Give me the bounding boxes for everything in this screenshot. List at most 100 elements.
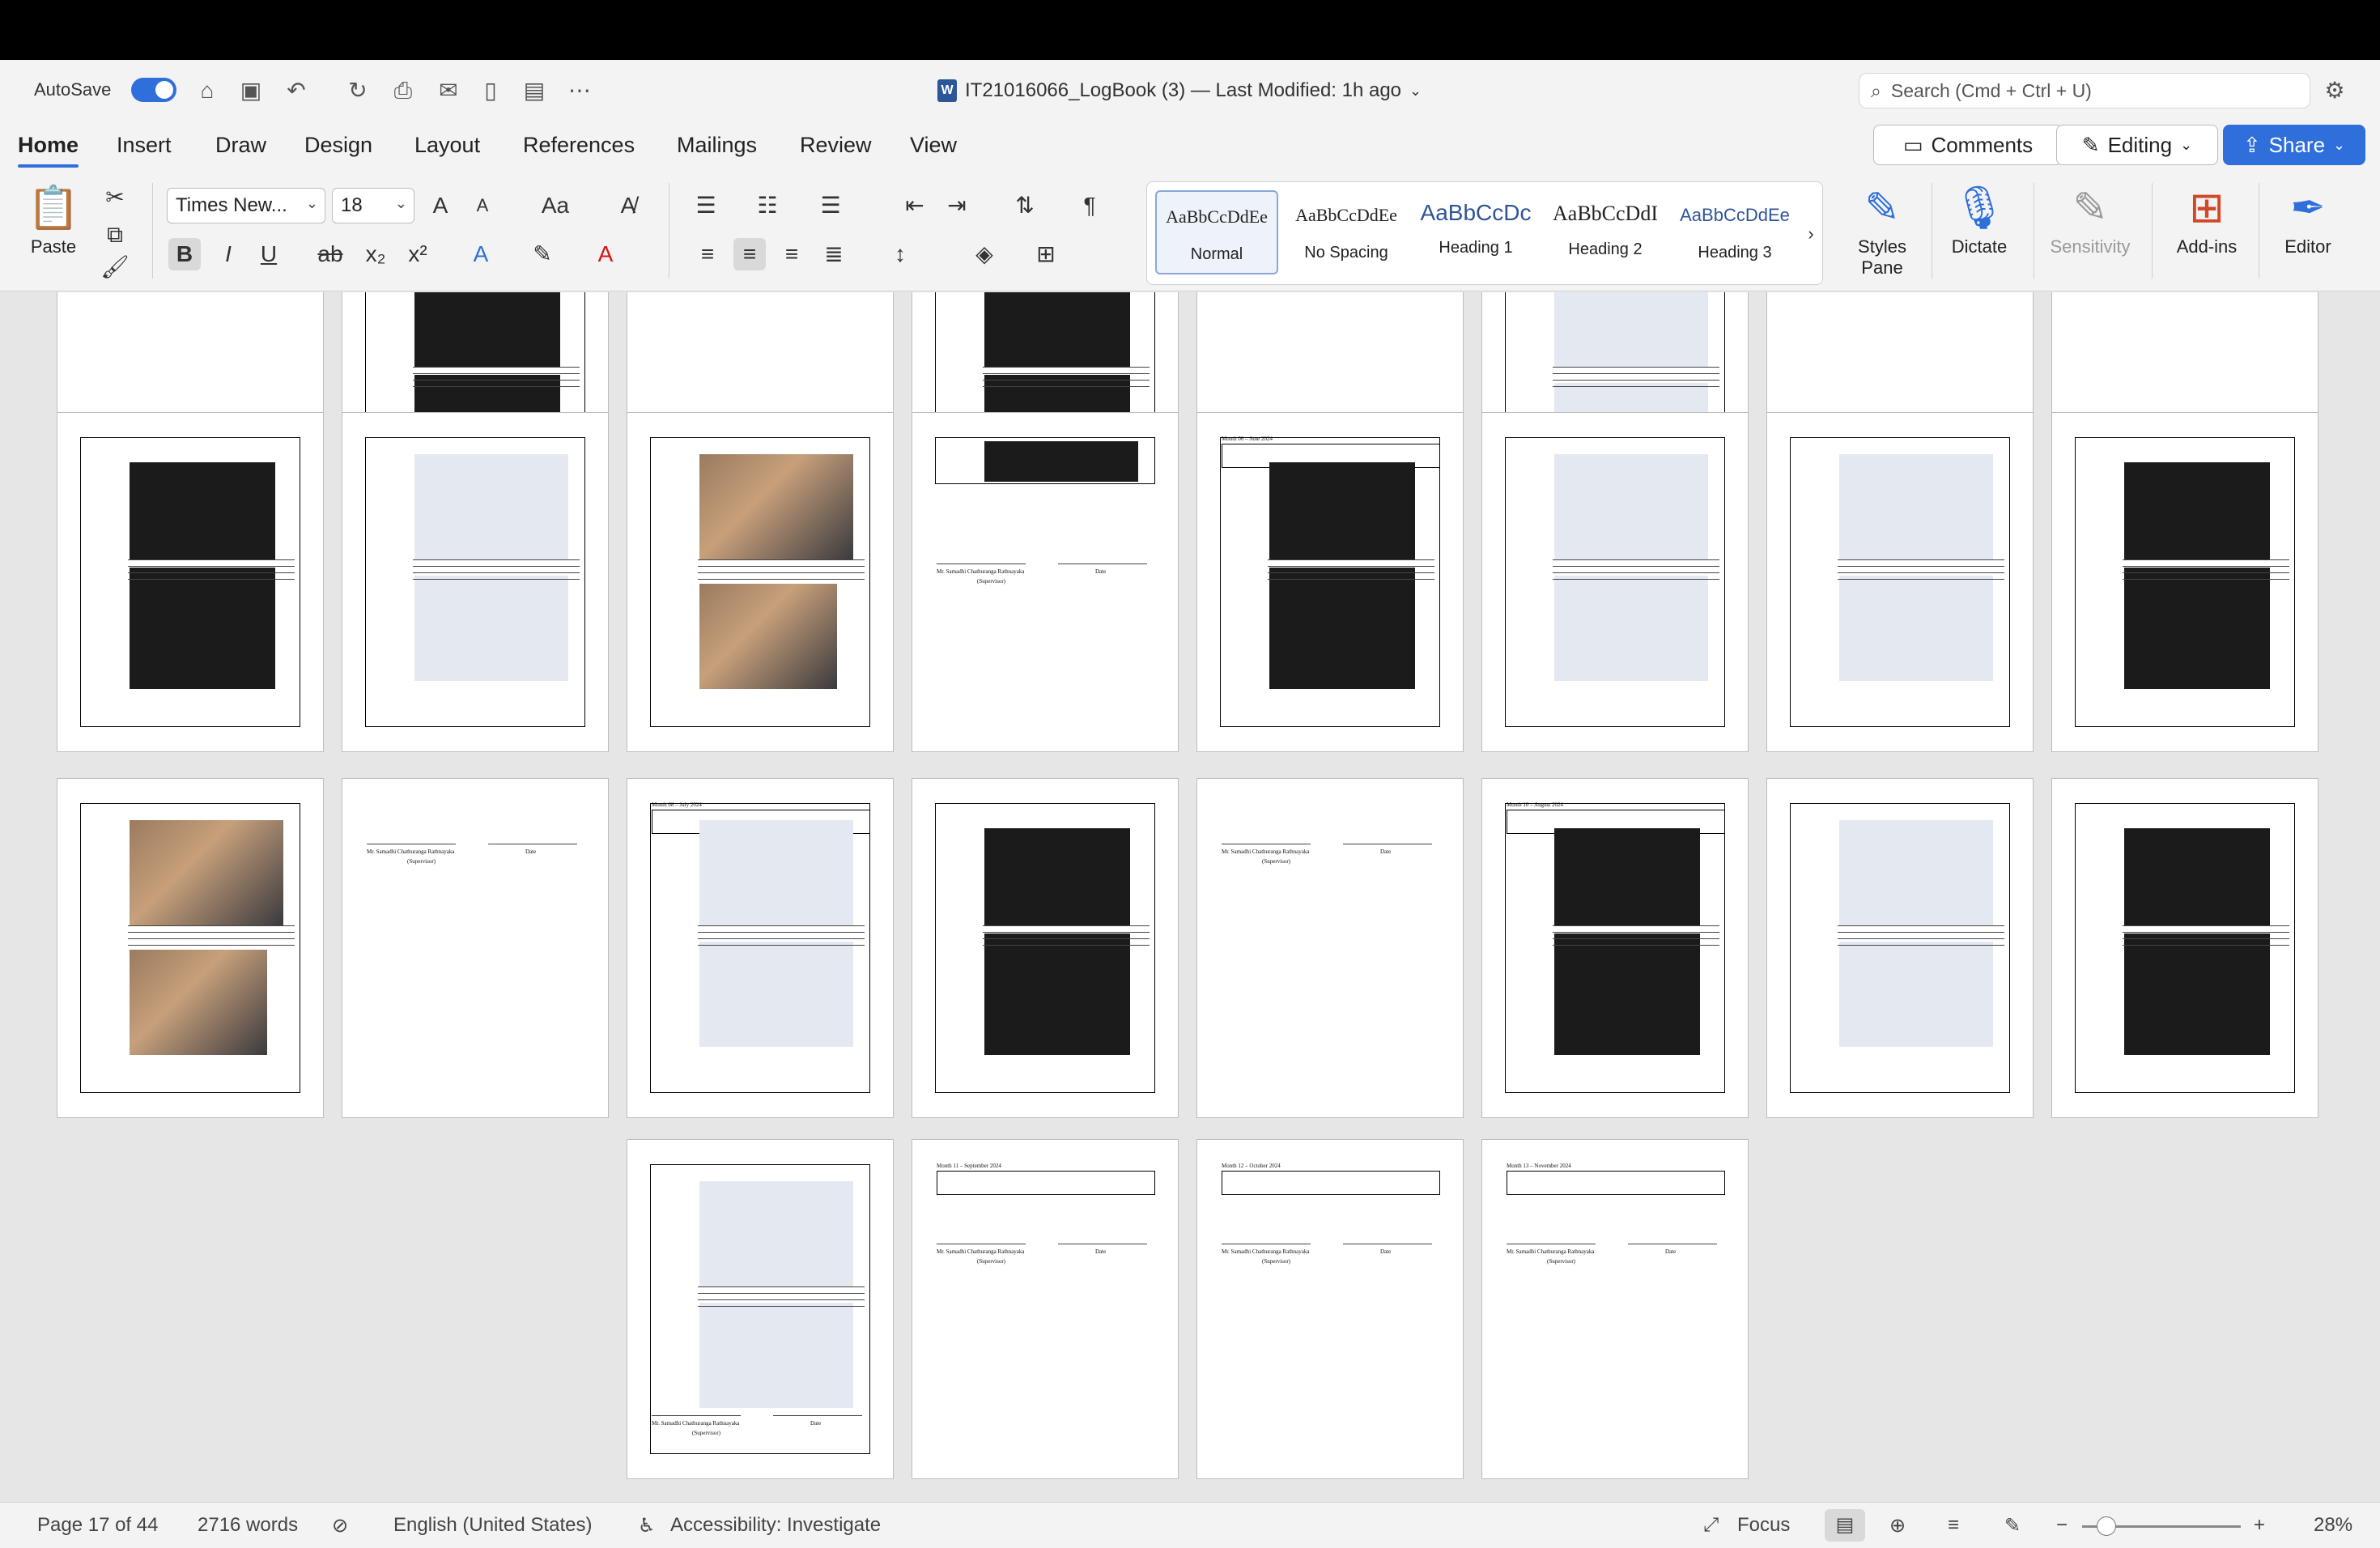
style-heading-2[interactable]: AaBbCcDdI Heading 2	[1544, 190, 1667, 274]
document-page[interactable]: Month 06 – June 2024	[1196, 412, 1464, 752]
more-icon[interactable]: ⋯	[565, 76, 594, 105]
document-page[interactable]	[2051, 778, 2318, 1118]
language-indicator[interactable]: English (United States)	[393, 1514, 592, 1537]
align-center-icon[interactable]: ≡	[733, 238, 766, 270]
document-page[interactable]: Month 11 – September 2024 Mr. Samadhi Cha…	[912, 1139, 1179, 1479]
cut-icon[interactable]: ✂	[99, 181, 131, 214]
page-count[interactable]: Page 17 of 44	[37, 1514, 158, 1537]
save-icon[interactable]: ▣	[236, 76, 266, 105]
zoom-in-icon[interactable]: +	[2254, 1514, 2265, 1537]
document-page[interactable]: Mr. Samadhi Chathuranga Rathnayaka (Super…	[342, 778, 609, 1118]
bold-icon[interactable]: B	[168, 238, 201, 270]
autosave-toggle[interactable]	[131, 78, 176, 102]
font-color-icon[interactable]: A	[589, 238, 622, 270]
style-no-spacing[interactable]: AaBbCcDdEe No Spacing	[1285, 190, 1408, 274]
print-icon[interactable]: ⎙	[389, 76, 418, 105]
highlight-icon[interactable]: ✎	[526, 238, 559, 270]
tab-layout[interactable]: Layout	[414, 133, 480, 158]
draft-icon[interactable]: ✎	[2004, 1514, 2021, 1537]
tab-home[interactable]: Home	[18, 133, 79, 168]
save-as-icon[interactable]: ▤	[520, 76, 549, 105]
decrease-indent-icon[interactable]: ⇤	[899, 189, 931, 222]
superscript-icon[interactable]: x²	[402, 238, 434, 270]
document-page[interactable]: Month 08 – July 2024	[627, 778, 894, 1118]
increase-indent-icon[interactable]: ⇥	[941, 189, 973, 222]
styles-pane-button[interactable]: ✎ Styles Pane	[1838, 180, 1927, 279]
document-page[interactable]: Month 12 – October 2024 Mr. Samadhi Chath…	[1196, 1139, 1464, 1479]
document-page[interactable]	[2051, 412, 2318, 752]
addins-button[interactable]: ⊞ Add-ins	[2160, 180, 2254, 257]
tab-draw[interactable]: Draw	[215, 133, 266, 158]
new-document-icon[interactable]: ▯	[476, 76, 505, 105]
document-page[interactable]	[627, 412, 894, 752]
shading-icon[interactable]: ◈	[968, 238, 1001, 270]
document-page[interactable]: Month 10 – August 2024	[1481, 778, 1749, 1118]
document-page[interactable]	[1481, 412, 1749, 752]
shrink-font-icon[interactable]: A	[466, 189, 499, 222]
document-title[interactable]: W IT21016066_LogBook (3) — Last Modified…	[937, 79, 1422, 102]
align-left-icon[interactable]: ≡	[691, 238, 724, 270]
print-layout-icon[interactable]: ▤	[1825, 1509, 1865, 1542]
editor-button[interactable]: ✒ Editor	[2263, 180, 2352, 257]
comments-button[interactable]: ▭ Comments	[1873, 125, 2063, 165]
proofing-icon[interactable]: ⊘	[332, 1514, 348, 1537]
copy-icon[interactable]: ⧉	[99, 219, 131, 251]
align-right-icon[interactable]: ≡	[776, 238, 808, 270]
line-spacing-icon[interactable]: ↕	[884, 238, 916, 270]
search-box[interactable]: ⌕ Search (Cmd + Ctrl + U)	[1859, 73, 2310, 108]
sensitivity-button[interactable]: ✎ Sensitivity	[2040, 180, 2140, 257]
tab-mailings[interactable]: Mailings	[677, 133, 757, 158]
editing-button[interactable]: ✎ Editing ⌄	[2056, 125, 2218, 165]
document-page[interactable]	[342, 412, 609, 752]
clear-formatting-icon[interactable]: A̸	[612, 189, 644, 222]
tab-view[interactable]: View	[910, 133, 957, 158]
strikethrough-icon[interactable]: ab	[314, 238, 346, 270]
grow-font-icon[interactable]: A	[424, 189, 457, 222]
web-layout-icon[interactable]: ⊕	[1889, 1514, 1906, 1537]
borders-icon[interactable]: ⊞	[1030, 238, 1062, 270]
sort-icon[interactable]: ⇅	[1009, 189, 1041, 222]
zoom-slider-handle[interactable]	[2097, 1516, 2116, 1536]
document-page[interactable]	[57, 778, 324, 1118]
show-formatting-icon[interactable]: ¶	[1073, 189, 1106, 222]
document-page[interactable]: Month 13 – November 2024 Mr. Samadhi Chat…	[1481, 1139, 1749, 1479]
bullets-icon[interactable]: ☰	[690, 189, 722, 222]
italic-icon[interactable]: I	[212, 238, 244, 270]
word-count[interactable]: 2716 words	[198, 1514, 298, 1537]
font-size-select[interactable]: 18 ⌄	[332, 188, 414, 223]
document-canvas[interactable]: Mr. Samadhi Chathuranga Rathnayaka (Super…	[0, 292, 2380, 1502]
subscript-icon[interactable]: x₂	[359, 238, 392, 270]
share-button[interactable]: ⇪ Share ⌄	[2223, 125, 2365, 165]
justify-icon[interactable]: ≣	[818, 238, 850, 270]
tab-insert[interactable]: Insert	[117, 133, 172, 158]
tab-design[interactable]: Design	[304, 133, 372, 158]
gallery-more-icon[interactable]: ›	[1795, 218, 1827, 250]
zoom-level[interactable]: 28%	[2314, 1514, 2352, 1537]
undo-icon[interactable]: ↶	[282, 76, 311, 105]
style-normal[interactable]: AaBbCcDdEe Normal	[1155, 190, 1278, 274]
document-page[interactable]	[912, 778, 1179, 1118]
document-page[interactable]: Mr. Samadhi Chathuranga Rathnayaka (Super…	[627, 1139, 894, 1479]
tab-references[interactable]: References	[523, 133, 635, 158]
accessibility-status[interactable]: Accessibility: Investigate	[670, 1514, 881, 1537]
style-heading-1[interactable]: AaBbCcDc Heading 1	[1414, 190, 1537, 274]
style-heading-3[interactable]: AaBbCcDdEe Heading 3	[1673, 190, 1796, 274]
email-icon[interactable]: ✉	[434, 76, 463, 105]
focus-button[interactable]: Focus	[1737, 1514, 1790, 1537]
change-case-icon[interactable]: Aa	[531, 189, 580, 222]
zoom-out-icon[interactable]: −	[2056, 1514, 2068, 1537]
dictate-button[interactable]: 🎙 Dictate	[1935, 180, 2024, 257]
tab-review[interactable]: Review	[800, 133, 872, 158]
font-name-select[interactable]: Times New... ⌄	[167, 188, 325, 223]
multilevel-list-icon[interactable]: ☰	[814, 189, 847, 222]
format-painter-icon[interactable]: 🖌	[99, 251, 131, 283]
text-effects-icon[interactable]: A	[465, 238, 497, 270]
document-page[interactable]	[1766, 778, 2034, 1118]
underline-icon[interactable]: U	[253, 238, 285, 270]
document-page[interactable]	[57, 412, 324, 752]
redo-icon[interactable]: ↻	[343, 76, 372, 105]
document-page[interactable]: Mr. Samadhi Chathuranga Rathnayaka (Super…	[912, 412, 1179, 752]
home-icon[interactable]: ⌂	[193, 76, 222, 105]
paste-button[interactable]: 📋 Paste	[13, 180, 94, 257]
numbering-icon[interactable]: ☷	[751, 189, 784, 222]
